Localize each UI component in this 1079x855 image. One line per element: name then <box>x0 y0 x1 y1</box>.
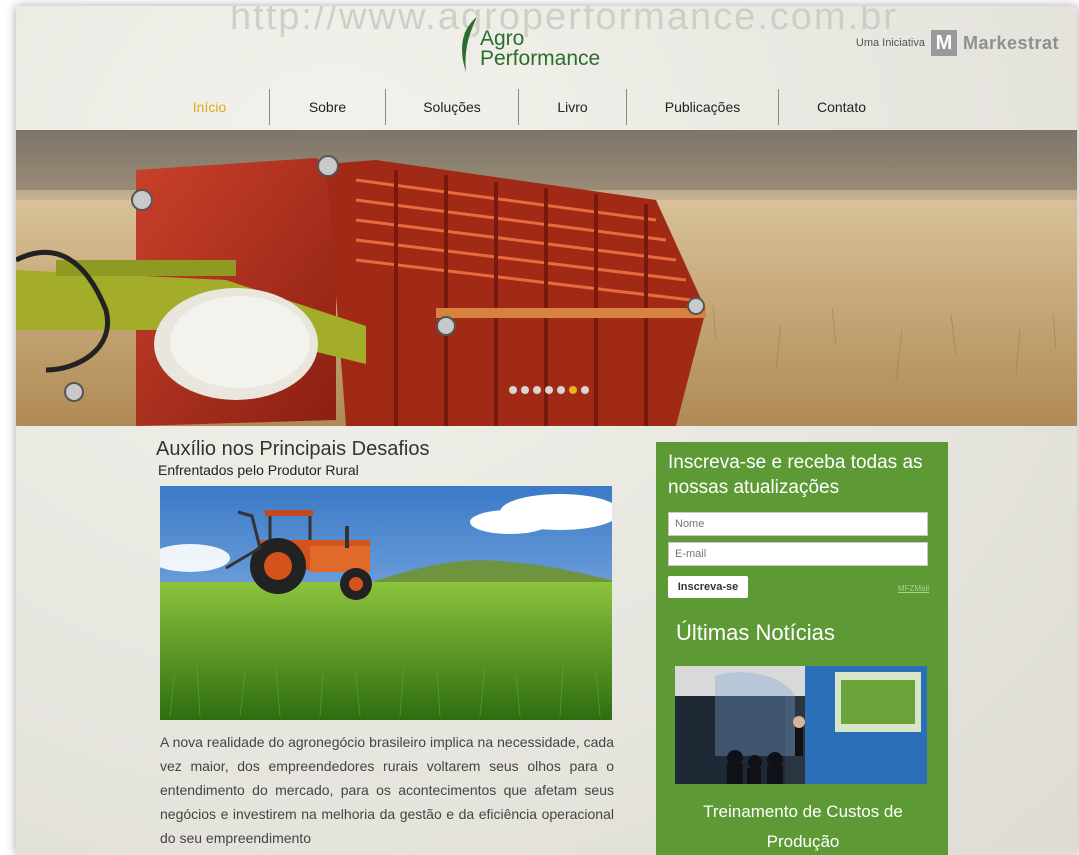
logo-text-agro: Agro <box>480 27 525 50</box>
slider-dot-active[interactable] <box>569 386 577 394</box>
news-image[interactable] <box>675 666 927 784</box>
slider-dot[interactable] <box>509 386 517 394</box>
news-item-title[interactable]: Treinamento de Custos de Produção <box>674 797 932 855</box>
email-input[interactable] <box>668 542 928 566</box>
hero-slider[interactable] <box>16 130 1077 426</box>
slider-dot[interactable] <box>581 386 589 394</box>
initiative-badge[interactable]: Uma Iniciativa M Markestrat <box>856 30 1059 56</box>
markestrat-name: Markestrat <box>962 32 1059 53</box>
slider-dot[interactable] <box>557 386 565 394</box>
subscribe-title: Inscreva-se e receba todas as nossas atu… <box>668 452 923 498</box>
slider-dot[interactable] <box>545 386 553 394</box>
news-heading: Últimas Notícias <box>676 620 835 645</box>
logo-text-performance: Performance <box>480 47 601 70</box>
subscribe-button[interactable]: Inscreva-se <box>668 576 748 598</box>
slider-pagination <box>509 386 589 394</box>
markestrat-logo-icon: M <box>930 30 957 56</box>
nav-item-publicacoes[interactable]: Publicações <box>626 89 778 125</box>
nav-item-sobre[interactable]: Sobre <box>269 89 385 125</box>
nav-item-contato[interactable]: Contato <box>778 89 904 125</box>
mfzmail-link[interactable]: MFZMail <box>898 584 929 593</box>
nav-item-livro[interactable]: Livro <box>518 89 626 125</box>
page: http://www.agroperformance.com.br Agro P… <box>16 6 1077 855</box>
hero-harvester-image <box>16 130 1077 426</box>
intro-paragraph: A nova realidade do agronegócio brasilei… <box>160 734 614 846</box>
initiative-label: Uma Iniciativa <box>855 37 925 49</box>
tractor-image <box>160 486 612 720</box>
name-input[interactable] <box>668 512 928 536</box>
nav-item-inicio[interactable]: Início <box>150 89 269 125</box>
main-nav: Início Sobre Soluções Livro Publicações … <box>150 86 904 128</box>
sidebar: Inscreva-se e receba todas as nossas atu… <box>656 442 948 855</box>
slider-dot[interactable] <box>533 386 541 394</box>
slider-dot[interactable] <box>521 386 529 394</box>
section-subtitle: Enfrentados pelo Produtor Rural <box>158 462 359 478</box>
section-title: Auxílio nos Principais Desafios <box>156 438 430 460</box>
nav-item-solucoes[interactable]: Soluções <box>385 89 518 125</box>
site-logo[interactable]: Agro Performance <box>456 14 616 76</box>
